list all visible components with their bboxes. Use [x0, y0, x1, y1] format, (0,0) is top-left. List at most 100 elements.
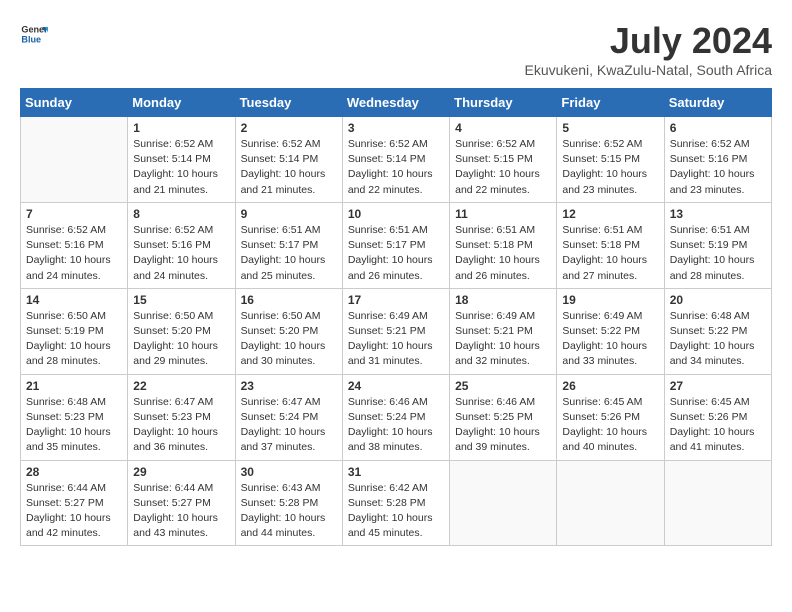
day-number: 30	[241, 465, 337, 479]
calendar-week-row: 14 Sunrise: 6:50 AMSunset: 5:19 PMDayligh…	[21, 288, 772, 374]
table-row: 19 Sunrise: 6:49 AMSunset: 5:22 PMDayligh…	[557, 288, 664, 374]
day-number: 20	[670, 293, 766, 307]
day-info: Sunrise: 6:52 AMSunset: 5:15 PMDaylight:…	[455, 137, 551, 198]
table-row: 27Sunrise: 6:45 AMSunset: 5:26 PMDayligh…	[664, 374, 771, 460]
table-row	[450, 460, 557, 546]
day-number: 7	[26, 207, 122, 221]
day-info: Sunrise: 6:52 AMSunset: 5:14 PMDaylight:…	[241, 137, 337, 198]
day-info: Sunrise: 6:50 AMSunset: 5:20 PMDaylight:…	[241, 309, 337, 370]
table-row: 2 Sunrise: 6:52 AMSunset: 5:14 PMDaylight…	[235, 117, 342, 203]
header-sunday: Sunday	[21, 89, 128, 117]
table-row: 10 Sunrise: 6:51 AMSunset: 5:17 PMDayligh…	[342, 202, 449, 288]
day-number: 17	[348, 293, 444, 307]
day-number: 18	[455, 293, 551, 307]
table-row: 29 Sunrise: 6:44 AMSunset: 5:27 PMDayligh…	[128, 460, 235, 546]
calendar-table: Sunday Monday Tuesday Wednesday Thursday…	[20, 88, 772, 546]
table-row: 24Sunrise: 6:46 AMSunset: 5:24 PMDayligh…	[342, 374, 449, 460]
day-info: Sunrise: 6:51 AMSunset: 5:19 PMDaylight:…	[670, 223, 766, 284]
table-row	[557, 460, 664, 546]
header-wednesday: Wednesday	[342, 89, 449, 117]
table-row: 9 Sunrise: 6:51 AMSunset: 5:17 PMDaylight…	[235, 202, 342, 288]
day-number: 19	[562, 293, 658, 307]
table-row: 18 Sunrise: 6:49 AMSunset: 5:21 PMDayligh…	[450, 288, 557, 374]
day-info: Sunrise: 6:51 AMSunset: 5:17 PMDaylight:…	[348, 223, 444, 284]
day-info: Sunrise: 6:46 AMSunset: 5:24 PMDaylight:…	[348, 395, 444, 456]
day-info: Sunrise: 6:50 AMSunset: 5:19 PMDaylight:…	[26, 309, 122, 370]
day-info: Sunrise: 6:52 AMSunset: 5:16 PMDaylight:…	[670, 137, 766, 198]
day-info: Sunrise: 6:52 AMSunset: 5:14 PMDaylight:…	[133, 137, 229, 198]
day-number: 25	[455, 379, 551, 393]
header-saturday: Saturday	[664, 89, 771, 117]
day-info: Sunrise: 6:44 AMSunset: 5:27 PMDaylight:…	[26, 481, 122, 542]
table-row: 15Sunrise: 6:50 AMSunset: 5:20 PMDayligh…	[128, 288, 235, 374]
calendar-week-row: 28 Sunrise: 6:44 AMSunset: 5:27 PMDayligh…	[21, 460, 772, 546]
day-number: 8	[133, 207, 229, 221]
calendar-week-row: 21Sunrise: 6:48 AMSunset: 5:23 PMDayligh…	[21, 374, 772, 460]
day-number: 3	[348, 121, 444, 135]
table-row: 16Sunrise: 6:50 AMSunset: 5:20 PMDayligh…	[235, 288, 342, 374]
day-number: 29	[133, 465, 229, 479]
calendar-subtitle: Ekuvukeni, KwaZulu-Natal, South Africa	[525, 62, 772, 78]
table-row: 4Sunrise: 6:52 AMSunset: 5:15 PMDaylight…	[450, 117, 557, 203]
day-info: Sunrise: 6:43 AMSunset: 5:28 PMDaylight:…	[241, 481, 337, 542]
day-number: 27	[670, 379, 766, 393]
table-row: 6Sunrise: 6:52 AMSunset: 5:16 PMDaylight…	[664, 117, 771, 203]
day-info: Sunrise: 6:47 AMSunset: 5:24 PMDaylight:…	[241, 395, 337, 456]
table-row: 12Sunrise: 6:51 AMSunset: 5:18 PMDayligh…	[557, 202, 664, 288]
table-row: 25 Sunrise: 6:46 AMSunset: 5:25 PMDayligh…	[450, 374, 557, 460]
day-info: Sunrise: 6:46 AMSunset: 5:25 PMDaylight:…	[455, 395, 551, 456]
day-info: Sunrise: 6:51 AMSunset: 5:18 PMDaylight:…	[455, 223, 551, 284]
day-number: 13	[670, 207, 766, 221]
day-number: 10	[348, 207, 444, 221]
day-info: Sunrise: 6:49 AMSunset: 5:21 PMDaylight:…	[455, 309, 551, 370]
table-row: 11 Sunrise: 6:51 AMSunset: 5:18 PMDayligh…	[450, 202, 557, 288]
table-row: 3 Sunrise: 6:52 AMSunset: 5:14 PMDaylight…	[342, 117, 449, 203]
svg-text:Blue: Blue	[21, 34, 41, 44]
table-row: 26Sunrise: 6:45 AMSunset: 5:26 PMDayligh…	[557, 374, 664, 460]
logo: General Blue	[20, 20, 48, 48]
table-row: 17 Sunrise: 6:49 AMSunset: 5:21 PMDayligh…	[342, 288, 449, 374]
table-row	[21, 117, 128, 203]
day-number: 22	[133, 379, 229, 393]
table-row: 23 Sunrise: 6:47 AMSunset: 5:24 PMDayligh…	[235, 374, 342, 460]
day-info: Sunrise: 6:47 AMSunset: 5:23 PMDaylight:…	[133, 395, 229, 456]
day-info: Sunrise: 6:44 AMSunset: 5:27 PMDaylight:…	[133, 481, 229, 542]
day-number: 9	[241, 207, 337, 221]
calendar-header-row: Sunday Monday Tuesday Wednesday Thursday…	[21, 89, 772, 117]
day-number: 2	[241, 121, 337, 135]
day-info: Sunrise: 6:42 AMSunset: 5:28 PMDaylight:…	[348, 481, 444, 542]
day-info: Sunrise: 6:52 AMSunset: 5:16 PMDaylight:…	[133, 223, 229, 284]
day-number: 31	[348, 465, 444, 479]
table-row: 8 Sunrise: 6:52 AMSunset: 5:16 PMDaylight…	[128, 202, 235, 288]
day-number: 12	[562, 207, 658, 221]
logo-icon: General Blue	[20, 20, 48, 48]
day-number: 28	[26, 465, 122, 479]
calendar-week-row: 7 Sunrise: 6:52 AMSunset: 5:16 PMDaylight…	[21, 202, 772, 288]
day-number: 23	[241, 379, 337, 393]
day-info: Sunrise: 6:49 AMSunset: 5:21 PMDaylight:…	[348, 309, 444, 370]
table-row: 31 Sunrise: 6:42 AMSunset: 5:28 PMDayligh…	[342, 460, 449, 546]
day-info: Sunrise: 6:52 AMSunset: 5:16 PMDaylight:…	[26, 223, 122, 284]
day-number: 5	[562, 121, 658, 135]
table-row: 22 Sunrise: 6:47 AMSunset: 5:23 PMDayligh…	[128, 374, 235, 460]
day-info: Sunrise: 6:45 AMSunset: 5:26 PMDaylight:…	[562, 395, 658, 456]
day-info: Sunrise: 6:51 AMSunset: 5:17 PMDaylight:…	[241, 223, 337, 284]
table-row: 14 Sunrise: 6:50 AMSunset: 5:19 PMDayligh…	[21, 288, 128, 374]
table-row: 5Sunrise: 6:52 AMSunset: 5:15 PMDaylight…	[557, 117, 664, 203]
title-section: July 2024 Ekuvukeni, KwaZulu-Natal, Sout…	[525, 20, 772, 78]
day-number: 1	[133, 121, 229, 135]
table-row: 30 Sunrise: 6:43 AMSunset: 5:28 PMDayligh…	[235, 460, 342, 546]
day-number: 14	[26, 293, 122, 307]
header-tuesday: Tuesday	[235, 89, 342, 117]
day-info: Sunrise: 6:49 AMSunset: 5:22 PMDaylight:…	[562, 309, 658, 370]
day-info: Sunrise: 6:52 AMSunset: 5:14 PMDaylight:…	[348, 137, 444, 198]
calendar-week-row: 1 Sunrise: 6:52 AMSunset: 5:14 PMDaylight…	[21, 117, 772, 203]
header-friday: Friday	[557, 89, 664, 117]
day-number: 15	[133, 293, 229, 307]
day-number: 11	[455, 207, 551, 221]
day-number: 21	[26, 379, 122, 393]
table-row: 1 Sunrise: 6:52 AMSunset: 5:14 PMDaylight…	[128, 117, 235, 203]
day-info: Sunrise: 6:48 AMSunset: 5:22 PMDaylight:…	[670, 309, 766, 370]
table-row: 7 Sunrise: 6:52 AMSunset: 5:16 PMDaylight…	[21, 202, 128, 288]
table-row: 21Sunrise: 6:48 AMSunset: 5:23 PMDayligh…	[21, 374, 128, 460]
